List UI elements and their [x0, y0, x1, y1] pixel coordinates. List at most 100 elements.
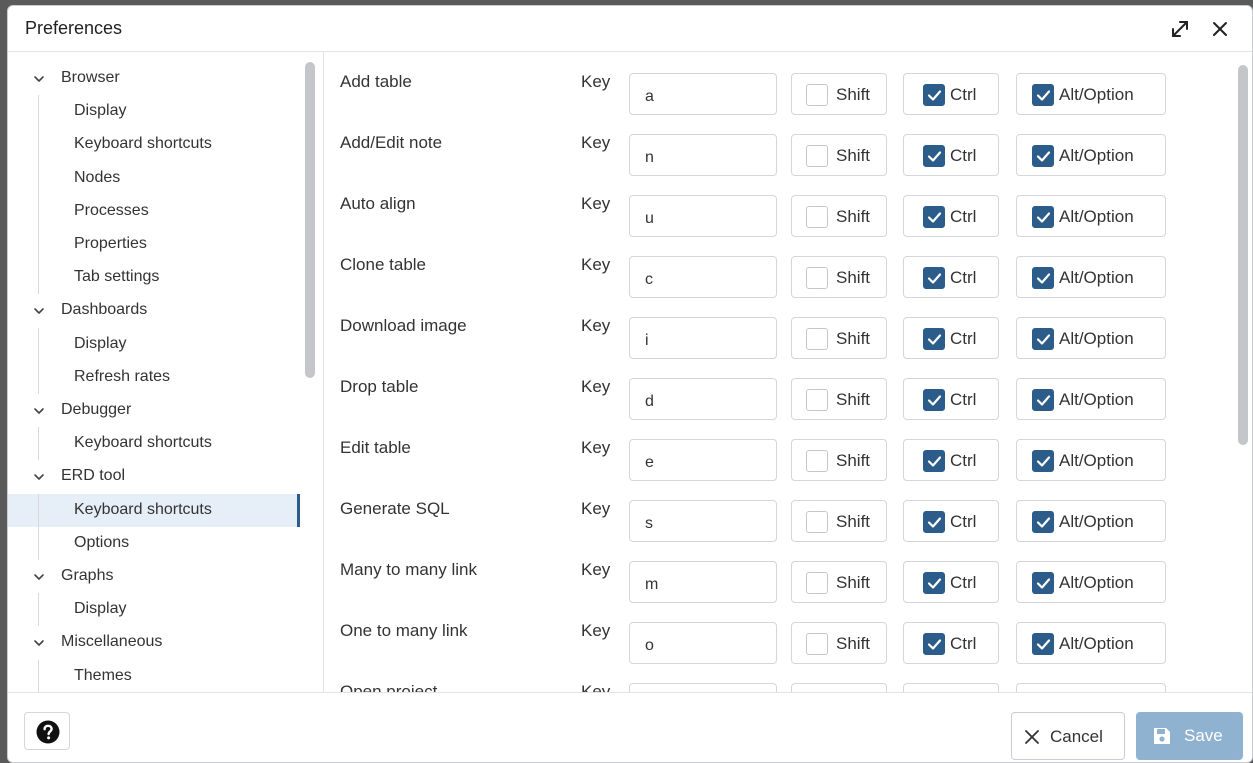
save-button[interactable]: Save [1136, 712, 1243, 760]
alt-option-checkbox[interactable]: Alt/Option [1016, 195, 1166, 237]
expand-icon[interactable] [1167, 16, 1193, 42]
alt-option-checkbox[interactable]: Alt/Option [1016, 317, 1166, 359]
tree-item-keyboard-shortcuts[interactable]: Keyboard shortcuts [8, 427, 300, 460]
shift-checkbox[interactable]: Shift [791, 134, 887, 176]
checkbox-box[interactable] [806, 511, 828, 533]
chevron-down-icon[interactable] [31, 635, 47, 651]
checkbox-box[interactable] [1032, 328, 1054, 350]
shift-checkbox[interactable]: Shift [791, 73, 887, 115]
ctrl-checkbox[interactable]: Ctrl [903, 134, 999, 176]
checkbox-box[interactable] [806, 572, 828, 594]
shift-checkbox[interactable]: Shift [791, 317, 887, 359]
ctrl-checkbox[interactable]: Ctrl [903, 500, 999, 542]
cancel-button[interactable]: Cancel [1011, 712, 1125, 760]
help-button[interactable] [24, 712, 70, 750]
tree-scrollbar[interactable] [305, 62, 315, 378]
checkbox-box[interactable] [1032, 633, 1054, 655]
alt-option-checkbox[interactable]: Alt/Option [1016, 378, 1166, 420]
checkbox-box[interactable] [923, 572, 945, 594]
checkbox-box[interactable] [806, 206, 828, 228]
ctrl-checkbox[interactable]: Ctrl [903, 622, 999, 664]
key-input[interactable]: i [629, 317, 777, 359]
checkbox-box[interactable] [1032, 450, 1054, 472]
tree-group-dashboards[interactable]: Dashboards [8, 294, 300, 327]
tree-item-tab-settings[interactable]: Tab settings [8, 261, 300, 294]
key-input[interactable]: s [629, 500, 777, 542]
key-input[interactable]: e [629, 439, 777, 481]
checkbox-box[interactable] [1032, 84, 1054, 106]
ctrl-checkbox[interactable]: Ctrl [903, 256, 999, 298]
alt-option-checkbox[interactable]: Alt/Option [1016, 134, 1166, 176]
checkbox-box[interactable] [923, 633, 945, 655]
shift-checkbox[interactable]: Shift [791, 195, 887, 237]
checkbox-box[interactable] [806, 328, 828, 350]
chevron-down-icon[interactable] [31, 469, 47, 485]
alt-option-checkbox[interactable]: Alt/Option [1016, 561, 1166, 603]
content-scrollbar[interactable] [1238, 65, 1248, 445]
ctrl-checkbox[interactable]: Ctrl [903, 439, 999, 481]
chevron-down-icon[interactable] [31, 71, 47, 87]
tree-group-debugger[interactable]: Debugger [8, 394, 300, 427]
checkbox-box[interactable] [806, 389, 828, 411]
tree-group-browser[interactable]: Browser [8, 62, 300, 95]
key-input[interactable]: c [629, 256, 777, 298]
tree-item-themes[interactable]: Themes [8, 660, 300, 692]
checkbox-box[interactable] [1032, 511, 1054, 533]
checkbox-box[interactable] [1032, 389, 1054, 411]
tree-item-display[interactable]: Display [8, 593, 300, 626]
checkbox-box[interactable] [923, 84, 945, 106]
tree-item-keyboard-shortcuts[interactable]: Keyboard shortcuts [8, 493, 300, 527]
tree-item-display[interactable]: Display [8, 328, 300, 361]
ctrl-checkbox[interactable]: Ctrl [903, 378, 999, 420]
key-input[interactable]: o [629, 622, 777, 664]
shift-checkbox[interactable]: Shift [791, 256, 887, 298]
checkbox-box[interactable] [923, 267, 945, 289]
shift-checkbox[interactable]: Shift [791, 439, 887, 481]
ctrl-checkbox[interactable]: Ctrl [903, 317, 999, 359]
tree-group-erd-tool[interactable]: ERD tool [8, 460, 300, 493]
alt-option-checkbox[interactable]: Alt/Option [1016, 73, 1166, 115]
shift-checkbox[interactable]: Shift [791, 500, 887, 542]
alt-option-checkbox[interactable]: Alt/Option [1016, 500, 1166, 542]
tree-item-options[interactable]: Options [8, 527, 300, 560]
shift-checkbox[interactable]: Shift [791, 378, 887, 420]
close-icon[interactable] [1207, 16, 1233, 42]
checkbox-box[interactable] [806, 450, 828, 472]
alt-option-checkbox[interactable]: Alt/Option [1016, 622, 1166, 664]
shift-checkbox[interactable]: Shift [791, 622, 887, 664]
tree-group-miscellaneous[interactable]: Miscellaneous [8, 626, 300, 659]
key-input[interactable] [629, 683, 777, 692]
ctrl-checkbox[interactable]: Ctrl [903, 195, 999, 237]
checkbox-box[interactable] [1032, 267, 1054, 289]
shift-checkbox[interactable]: Shift [791, 683, 887, 692]
tree-item-properties[interactable]: Properties [8, 228, 300, 261]
checkbox-box[interactable] [923, 328, 945, 350]
ctrl-checkbox[interactable]: Ctrl [903, 73, 999, 115]
checkbox-box[interactable] [806, 267, 828, 289]
checkbox-box[interactable] [806, 84, 828, 106]
shift-checkbox[interactable]: Shift [791, 561, 887, 603]
tree-item-processes[interactable]: Processes [8, 195, 300, 228]
checkbox-box[interactable] [806, 145, 828, 167]
key-input[interactable]: d [629, 378, 777, 420]
tree-item-keyboard-shortcuts[interactable]: Keyboard shortcuts [8, 128, 300, 161]
chevron-down-icon[interactable] [31, 403, 47, 419]
key-input[interactable]: n [629, 134, 777, 176]
tree-item-refresh-rates[interactable]: Refresh rates [8, 361, 300, 394]
ctrl-checkbox[interactable]: Ctrl [903, 683, 999, 692]
checkbox-box[interactable] [923, 511, 945, 533]
alt-option-checkbox[interactable]: Alt/Option [1016, 256, 1166, 298]
key-input[interactable]: m [629, 561, 777, 603]
key-input[interactable]: a [629, 73, 777, 115]
checkbox-box[interactable] [1032, 206, 1054, 228]
key-input[interactable]: u [629, 195, 777, 237]
checkbox-box[interactable] [923, 145, 945, 167]
ctrl-checkbox[interactable]: Ctrl [903, 561, 999, 603]
checkbox-box[interactable] [923, 206, 945, 228]
tree-item-display[interactable]: Display [8, 95, 300, 128]
tree-group-graphs[interactable]: Graphs [8, 560, 300, 593]
checkbox-box[interactable] [806, 633, 828, 655]
alt-option-checkbox[interactable]: Alt/Option [1016, 439, 1166, 481]
checkbox-box[interactable] [1032, 145, 1054, 167]
chevron-down-icon[interactable] [31, 303, 47, 319]
